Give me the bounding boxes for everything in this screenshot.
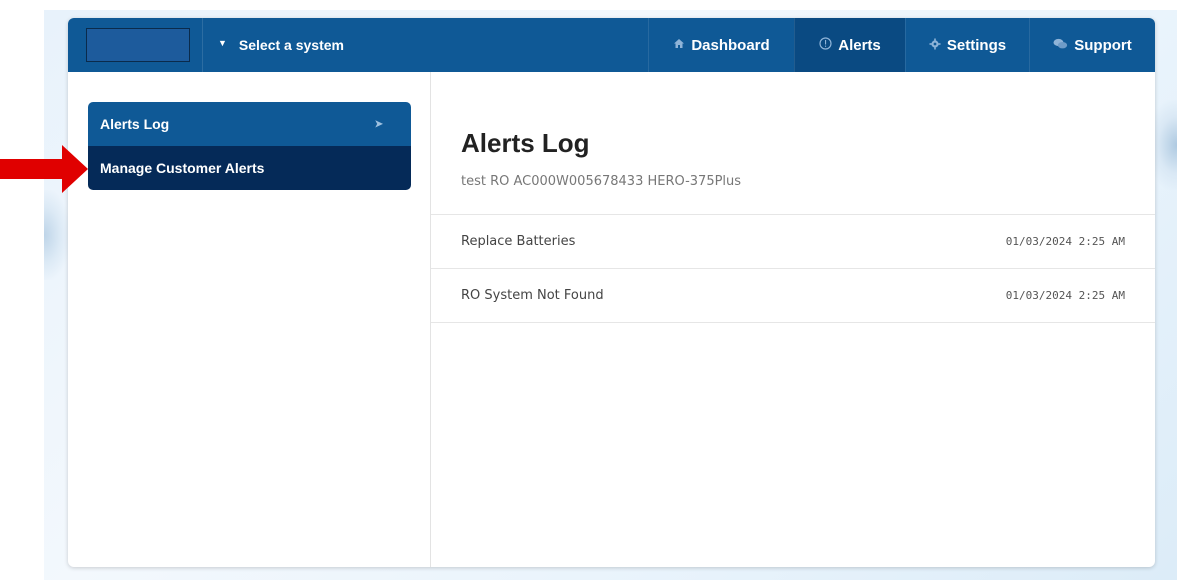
nav-divider	[202, 18, 203, 72]
sidebar-menu: Alerts Log ➤ Manage Customer Alerts	[88, 102, 411, 190]
caret-down-icon: ▼	[218, 38, 227, 48]
alert-row[interactable]: RO System Not Found 01/03/2024 2:25 AM	[431, 269, 1155, 323]
nav-settings-label: Settings	[946, 36, 1007, 54]
alert-list: Replace Batteries 01/03/2024 2:25 AM RO …	[431, 215, 1155, 323]
page-title: Alerts Log	[461, 128, 590, 158]
nav-alerts[interactable]: Alerts	[794, 18, 905, 72]
nav-settings[interactable]: Settings	[905, 18, 1029, 72]
system-select-dropdown[interactable]: ▼ Select a system	[218, 18, 344, 72]
main-content: Alerts Log test RO AC000W005678433 HERO-…	[431, 72, 1155, 567]
alert-timestamp: 01/03/2024 2:25 AM	[1005, 289, 1125, 302]
alert-row[interactable]: Replace Batteries 01/03/2024 2:25 AM	[431, 215, 1155, 269]
red-arrow-annotation-icon	[0, 145, 88, 193]
app-window: ▼ Select a system Dashboard Alerts Setti…	[68, 18, 1155, 567]
logo-placeholder[interactable]	[86, 28, 190, 62]
system-select-label: Select a system	[238, 37, 344, 53]
chevron-right-icon: ➤	[374, 118, 383, 130]
sidebar-item-label: Alerts Log	[100, 116, 170, 132]
alert-name: Replace Batteries	[461, 234, 576, 249]
water-splash-left	[44, 190, 70, 280]
sidebar-item-alerts-log[interactable]: Alerts Log ➤	[88, 102, 411, 146]
alert-name: RO System Not Found	[461, 288, 604, 303]
system-subtitle: test RO AC000W005678433 HERO-375Plus	[461, 174, 742, 189]
nav-dashboard-label: Dashboard	[691, 36, 770, 54]
top-nav-bar: ▼ Select a system Dashboard Alerts Setti…	[68, 18, 1155, 72]
sidebar-item-label: Manage Customer Alerts	[100, 160, 265, 176]
chat-bubbles-icon	[1053, 38, 1068, 53]
home-icon	[673, 38, 685, 52]
alert-circle-icon	[819, 37, 832, 53]
nav-alerts-label: Alerts	[838, 36, 881, 54]
main-header: Alerts Log test RO AC000W005678433 HERO-…	[431, 72, 1155, 215]
sidebar-item-manage-customer-alerts[interactable]: Manage Customer Alerts	[88, 146, 411, 190]
gear-icon	[929, 38, 941, 53]
sidebar: Alerts Log ➤ Manage Customer Alerts	[68, 72, 431, 567]
main-nav: Dashboard Alerts Settings Support	[648, 18, 1155, 72]
nav-support-label: Support	[1074, 36, 1132, 54]
nav-support[interactable]: Support	[1029, 18, 1155, 72]
nav-dashboard[interactable]: Dashboard	[648, 18, 794, 72]
alert-timestamp: 01/03/2024 2:25 AM	[1005, 235, 1125, 248]
